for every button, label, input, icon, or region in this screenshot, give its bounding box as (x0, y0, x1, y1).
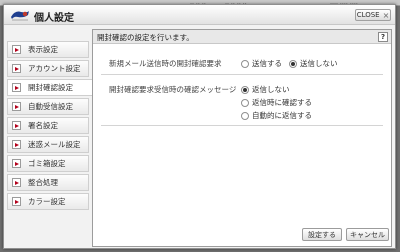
arrow-right-icon (12, 121, 21, 130)
arrow-right-icon (12, 45, 21, 54)
cancel-button[interactable]: キャンセル (346, 228, 389, 241)
sidebar-item-label: アカウント設定 (28, 64, 81, 73)
radio-confirm-reply[interactable]: 返信時に確認する (241, 97, 312, 108)
sidebar-item-label: 整合処理 (28, 178, 58, 187)
arrow-right-icon (12, 83, 21, 92)
section-divider (101, 125, 383, 126)
sidebar-item-trash[interactable]: ゴミ箱設定 (7, 155, 89, 172)
sidebar-item-label: カラー設定 (28, 197, 66, 206)
radio-button[interactable] (241, 111, 249, 120)
arrow-right-icon (12, 102, 21, 111)
radio-button[interactable] (241, 85, 249, 94)
arrow-right-icon (12, 178, 21, 187)
save-settings-button[interactable]: 設定する (302, 228, 342, 241)
close-button-label: CLOSE (356, 11, 380, 19)
sidebar-item-signature[interactable]: 署名設定 (7, 117, 89, 134)
settings-sidebar: 表示設定 アカウント設定 開封確認設定 自動受信設定 署名設定 迷惑メール設定 … (4, 25, 93, 249)
dialog-title: 個人設定 (34, 13, 74, 24)
panel-header: 開封確認の設定を行います。 ? (93, 30, 391, 44)
radio-button[interactable] (289, 59, 297, 68)
arrow-right-icon (12, 197, 21, 206)
radio-auto-reply[interactable]: 自動的に返信する (241, 110, 312, 121)
radio-send[interactable]: 送信する (241, 58, 282, 69)
sidebar-item-label: 署名設定 (28, 121, 58, 130)
sidebar-item-display[interactable]: 表示設定 (7, 41, 89, 58)
radio-label: 送信しない (300, 59, 338, 68)
close-button[interactable]: CLOSE × (355, 9, 391, 21)
sidebar-item-label: 迷惑メール設定 (28, 140, 81, 149)
sidebar-item-label: ゴミ箱設定 (28, 159, 66, 168)
radio-label: 自動的に返信する (252, 111, 312, 120)
radio-no-reply[interactable]: 返信しない (241, 84, 290, 95)
sidebar-item-label: 開封確認設定 (28, 83, 73, 92)
panel-title: 開封確認の設定を行います。 (97, 33, 194, 42)
dialog-titlebar: 個人設定 CLOSE × (4, 5, 395, 25)
help-button[interactable]: ? (378, 32, 388, 42)
radio-button[interactable] (241, 98, 249, 107)
radio-button[interactable] (241, 59, 249, 68)
sidebar-item-read-receipt[interactable]: 開封確認設定 (7, 79, 93, 96)
section-divider (101, 74, 383, 75)
setting-label-response: 開封確認要求受信時の確認メッセージ (109, 85, 237, 94)
sidebar-item-auto-receive[interactable]: 自動受信設定 (7, 98, 89, 115)
radio-label: 返信時に確認する (252, 98, 312, 107)
sidebar-item-spam[interactable]: 迷惑メール設定 (7, 136, 89, 153)
sidebar-item-label: 表示設定 (28, 45, 58, 54)
radio-do-not-send[interactable]: 送信しない (289, 58, 338, 69)
arrow-right-icon (12, 140, 21, 149)
radio-label: 送信する (252, 59, 282, 68)
arrow-right-icon (12, 64, 21, 73)
sidebar-item-color[interactable]: カラー設定 (7, 193, 89, 210)
sidebar-item-label: 自動受信設定 (28, 102, 73, 111)
app-logo-icon (11, 11, 29, 21)
sidebar-item-account[interactable]: アカウント設定 (7, 60, 89, 77)
setting-label-request: 新規メール送信時の開封確認要求 (109, 59, 222, 68)
radio-label: 返信しない (252, 85, 290, 94)
sidebar-item-consistency[interactable]: 整合処理 (7, 174, 89, 191)
arrow-right-icon (12, 159, 21, 168)
close-icon: × (382, 10, 390, 20)
personal-settings-dialog: 個人設定 CLOSE × 表示設定 アカウント設定 開封確認設定 自動受信設定 … (3, 4, 396, 249)
settings-panel: 開封確認の設定を行います。 ? 新規メール送信時の開封確認要求 送信する 送信し… (92, 29, 392, 247)
